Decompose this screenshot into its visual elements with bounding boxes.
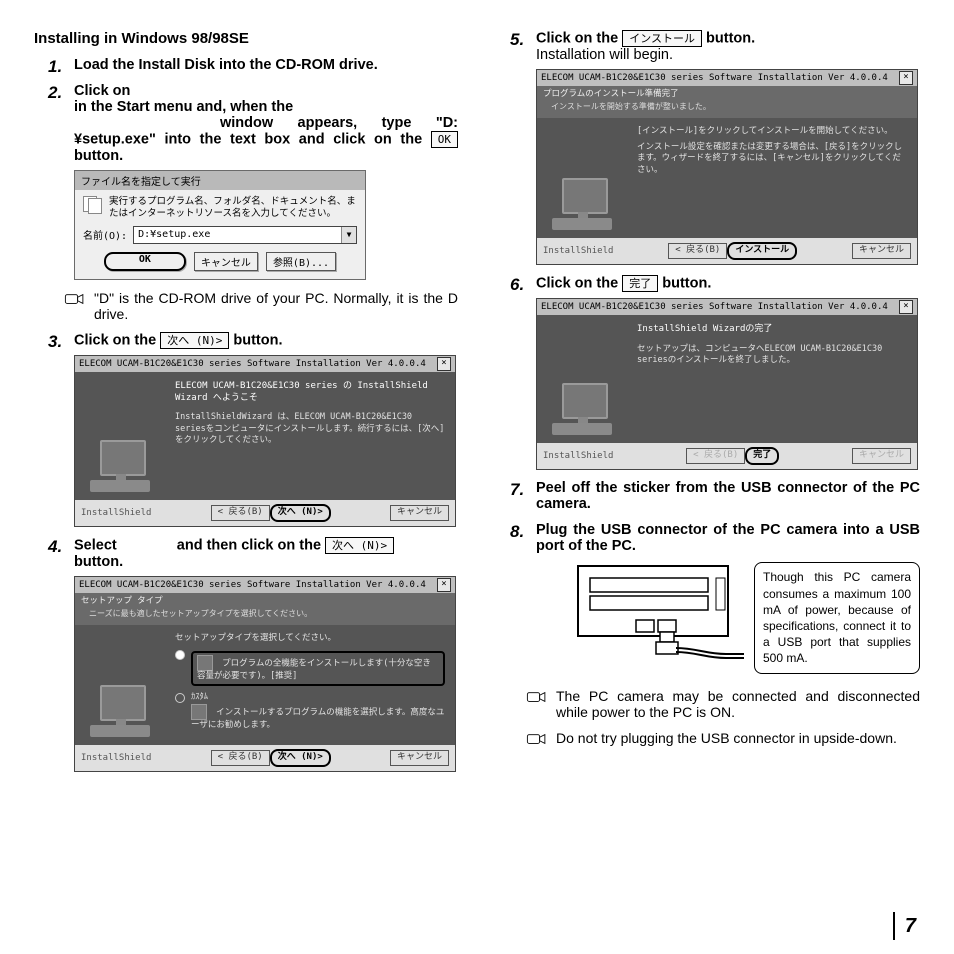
step-number: 3. (48, 332, 62, 352)
step-6: 6. Click on the 完了 button. ELECOM UCAM-B… (496, 275, 920, 470)
install-button-inline[interactable]: インストール (622, 30, 702, 47)
installer-title: ELECOM UCAM-B1C20&E1C30 series Software … (79, 359, 426, 369)
note-icon (526, 732, 548, 746)
run-dialog: ファイル名を指定して実行 実行するプログラム名、フォルダ名、ドキュメント名、また… (74, 170, 366, 280)
dropdown-icon[interactable]: ▼ (341, 227, 356, 243)
page-number: 7 (893, 912, 916, 940)
installer-window-step4: ELECOM UCAM-B1C20&E1C30 series Software … (74, 576, 456, 772)
step-2: 2. Click on in the Start menu and, when … (34, 83, 458, 280)
installer-window-step3: ELECOM UCAM-B1C20&E1C30 series Software … (74, 355, 456, 527)
step-number: 5. (510, 30, 524, 50)
installer-title: ELECOM UCAM-B1C20&E1C30 series Software … (79, 580, 426, 590)
step-5: 5. Click on the インストール button. Installat… (496, 30, 920, 265)
run-label: 名前(O): (83, 227, 127, 242)
installer-window-step5: ELECOM UCAM-B1C20&E1C30 series Software … (536, 69, 918, 265)
run-ok-button[interactable]: OK (104, 252, 186, 271)
installer-window-step6: ELECOM UCAM-B1C20&E1C30 series Software … (536, 298, 918, 470)
note-icon (526, 690, 548, 704)
radio-option-recommended[interactable]: プログラムの全機能をインストールします(十分な空き容量が必要です)。[推奨] (191, 651, 445, 686)
close-icon[interactable]: × (899, 71, 913, 85)
step-number: 1. (48, 57, 62, 77)
close-icon[interactable]: × (437, 578, 451, 592)
step-number: 6. (510, 275, 524, 295)
option-icon (197, 655, 213, 671)
radio-option-custom[interactable]: ｶｽﾀﾑ インストールするプログラムの機能を選択します。高度なユーザにお勧めしま… (191, 692, 445, 731)
step-4: 4. Select and then click on the 次へ (N)> … (34, 537, 458, 772)
installshield-brand: InstallShield (81, 753, 151, 763)
back-button[interactable]: < 戻る(B) (211, 505, 270, 521)
step-3: 3. Click on the 次へ (N)> button. ELECOM U… (34, 332, 458, 527)
cancel-button[interactable]: キャンセル (390, 750, 449, 766)
usb-port-diagram (576, 562, 746, 667)
run-field[interactable]: D:¥setup.exe ▼ (133, 226, 357, 244)
note-icon (64, 292, 86, 306)
next-button-inline[interactable]: 次へ (N)> (160, 332, 229, 349)
usb-callout: Though this PC camera consumes a maximum… (754, 562, 920, 673)
cancel-button[interactable]: キャンセル (390, 505, 449, 521)
next-button-inline-2[interactable]: 次へ (N)> (325, 537, 394, 554)
step-8: 8. Plug the USB connector of the PC came… (496, 522, 920, 673)
step-number: 4. (48, 537, 62, 557)
finish-button-inline[interactable]: 完了 (622, 275, 658, 292)
note-hotplug: The PC camera may be connected and disco… (496, 688, 920, 720)
step-number: 8. (510, 522, 524, 542)
back-button-disabled: < 戻る(B) (686, 448, 745, 464)
installer-title: ELECOM UCAM-B1C20&E1C30 series Software … (541, 73, 888, 83)
monitor-icon (552, 381, 612, 437)
cancel-button-disabled: キャンセル (852, 448, 911, 464)
install-button[interactable]: インストール (727, 242, 797, 260)
installshield-brand: InstallShield (543, 246, 613, 256)
monitor-icon (552, 176, 612, 232)
run-icon (83, 196, 103, 214)
next-button[interactable]: 次へ (N)> (270, 504, 331, 522)
cancel-button[interactable]: キャンセル (852, 243, 911, 259)
installshield-brand: InstallShield (81, 508, 151, 518)
note-d-drive: "D" is the CD-ROM drive of your PC. Norm… (34, 290, 458, 322)
close-icon[interactable]: × (437, 357, 451, 371)
next-button[interactable]: 次へ (N)> (270, 749, 331, 767)
ok-button-inline[interactable]: OK (431, 131, 458, 148)
option-icon (191, 704, 207, 720)
step-7: 7. Peel off the sticker from the USB con… (496, 480, 920, 512)
section-title: Installing in Windows 98/98SE (34, 30, 458, 47)
finish-button[interactable]: 完了 (745, 447, 779, 465)
step-number: 7. (510, 480, 524, 500)
monitor-icon (90, 438, 150, 494)
run-dialog-desc: 実行するプログラム名、フォルダ名、ドキュメント名、またはインターネットリソース名… (109, 196, 357, 220)
step-1: 1. Load the Install Disk into the CD-ROM… (34, 57, 458, 73)
close-icon[interactable]: × (899, 300, 913, 314)
run-dialog-title: ファイル名を指定して実行 (75, 171, 365, 190)
back-button[interactable]: < 戻る(B) (211, 750, 270, 766)
installshield-brand: InstallShield (543, 451, 613, 461)
note-orientation: Do not try plugging the USB connector in… (496, 730, 920, 746)
run-browse-button[interactable]: 参照(B)... (266, 252, 336, 271)
installer-title: ELECOM UCAM-B1C20&E1C30 series Software … (541, 302, 888, 312)
back-button[interactable]: < 戻る(B) (668, 243, 727, 259)
radio-unselected[interactable] (175, 693, 185, 703)
radio-selected[interactable] (175, 650, 185, 660)
run-cancel-button[interactable]: キャンセル (194, 252, 258, 271)
step-number: 2. (48, 83, 62, 103)
monitor-icon (90, 683, 150, 739)
